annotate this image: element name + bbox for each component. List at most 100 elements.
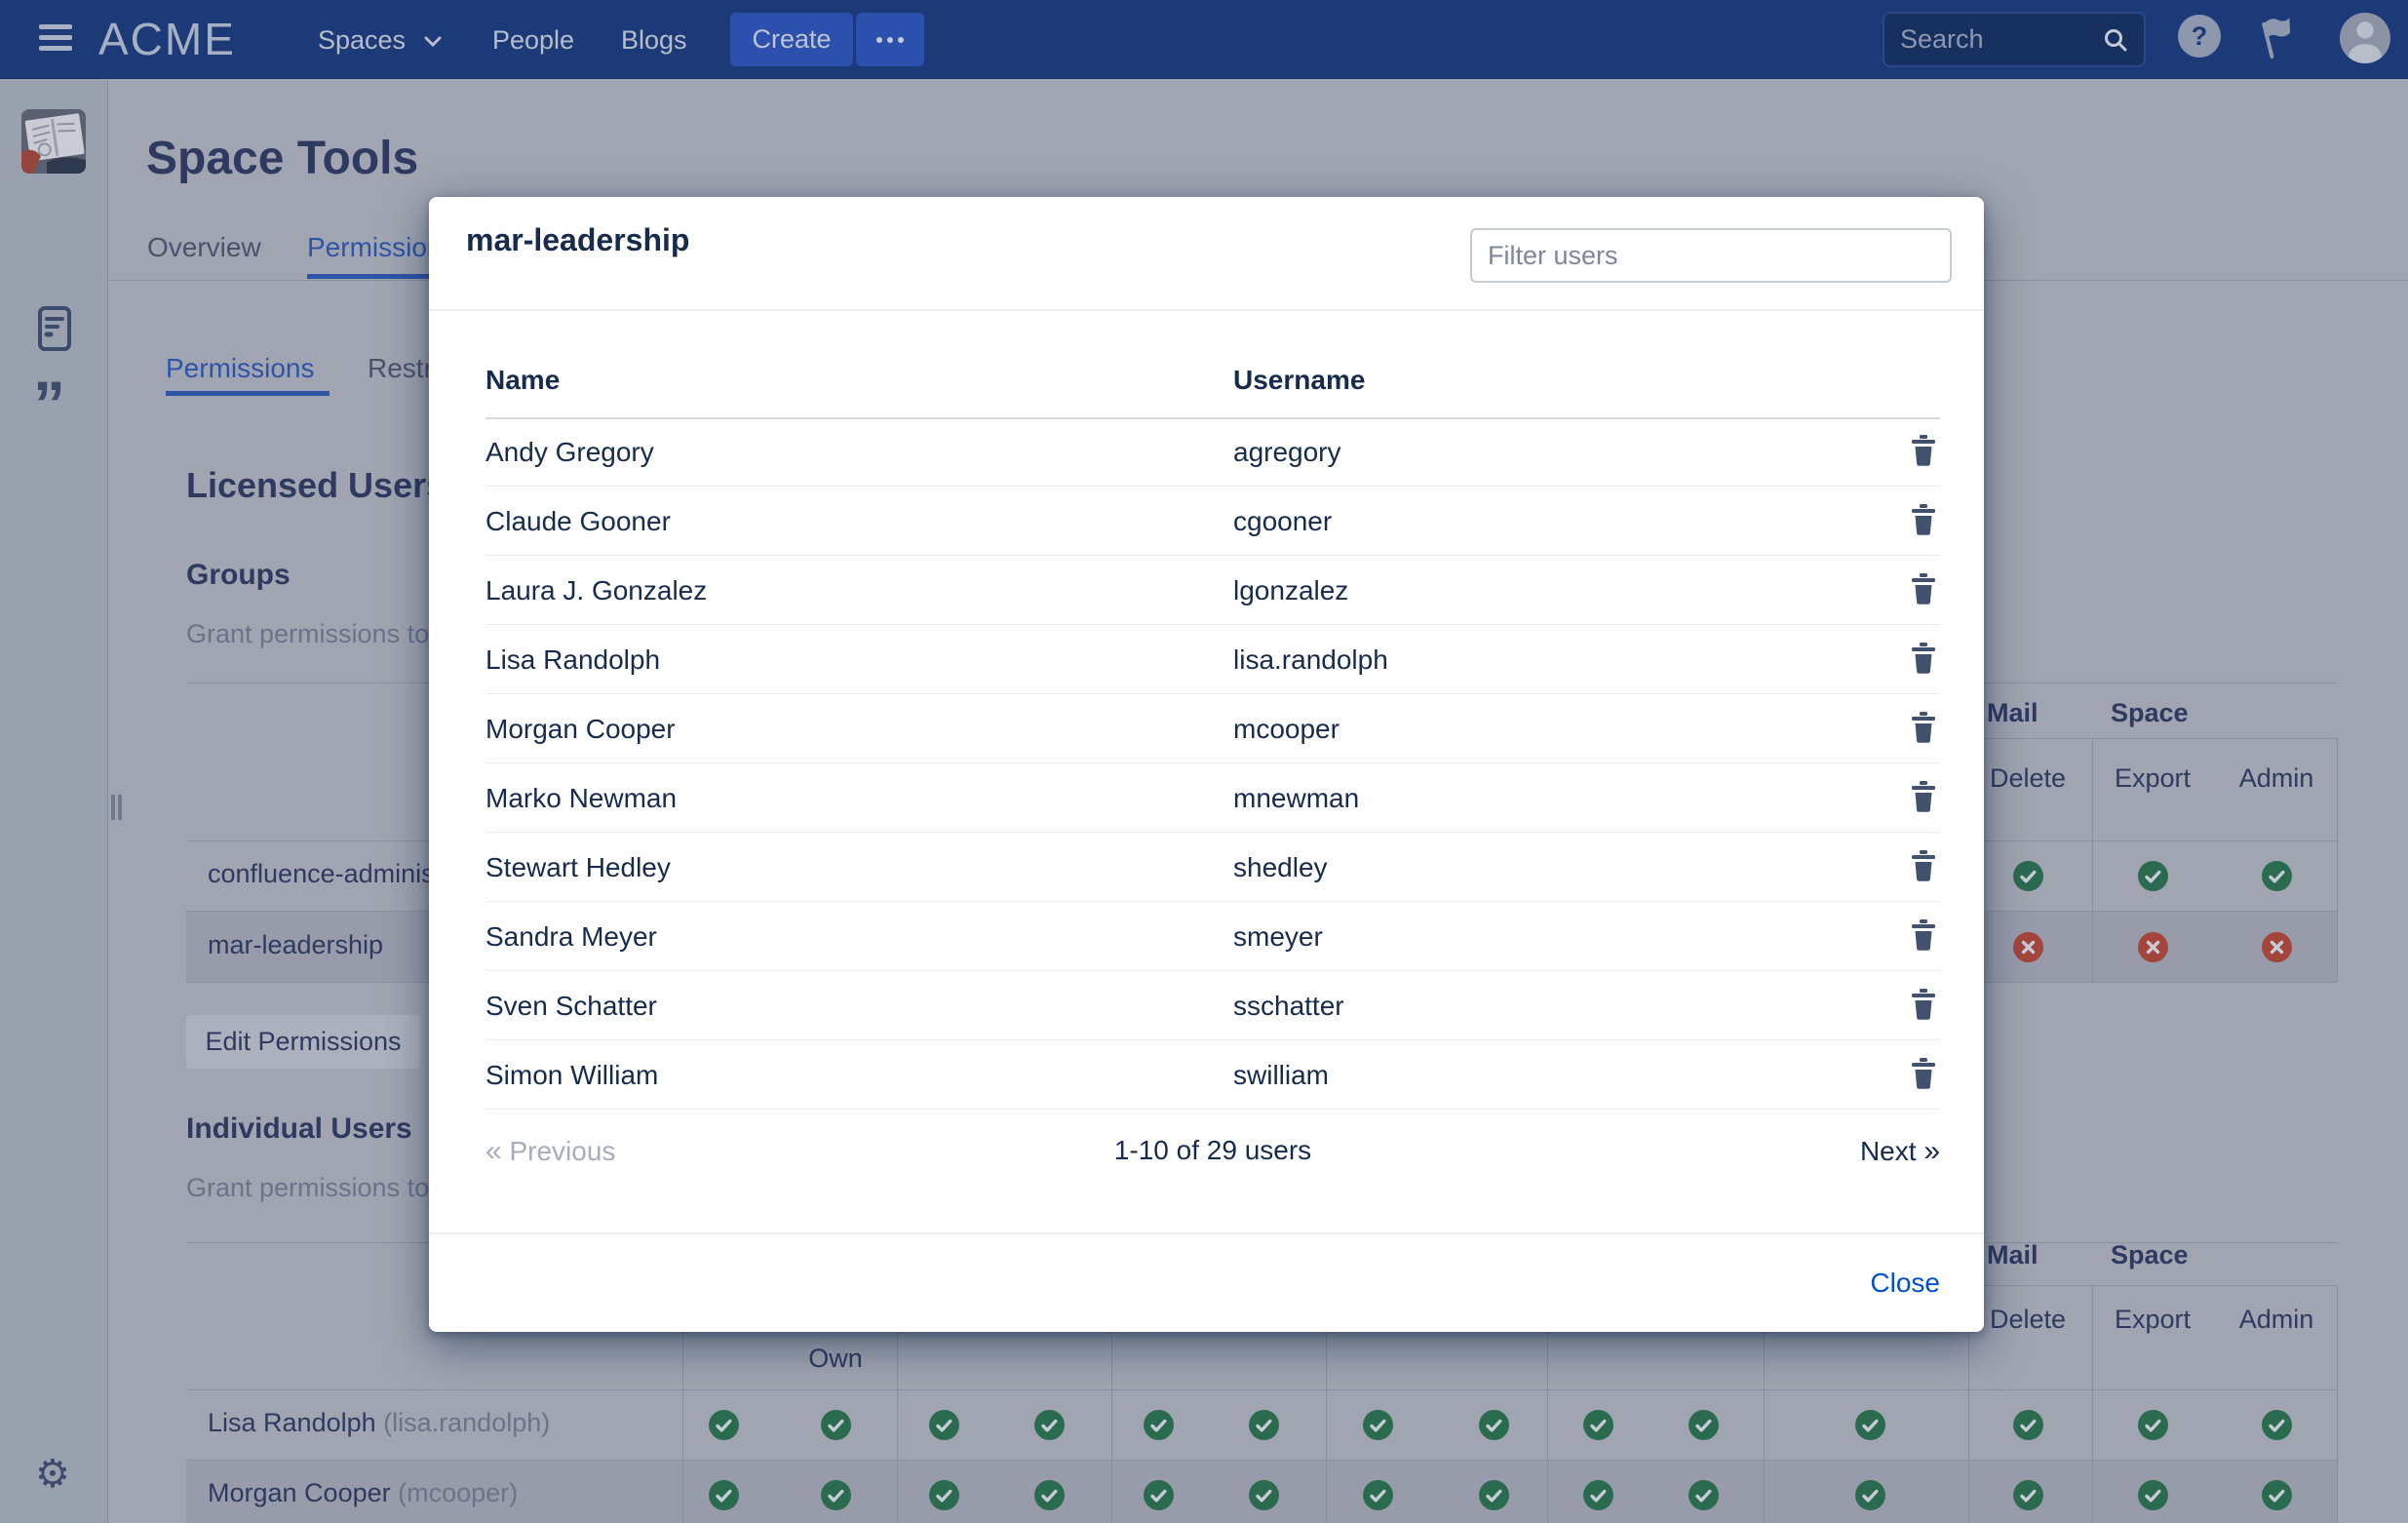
user-username: smeyer: [1233, 921, 1323, 953]
permission-row-name: Lisa Randolph (lisa.randolph): [208, 1408, 550, 1438]
help-button[interactable]: ?: [2178, 15, 2221, 58]
sidebar-item-pages[interactable]: [38, 306, 71, 356]
permission-granted-icon: [1363, 1480, 1393, 1510]
delete-user-button[interactable]: [1909, 781, 1938, 814]
pane-resize-handle[interactable]: [111, 795, 122, 825]
perm-column-header: Delete: [1969, 759, 2086, 798]
space-logo[interactable]: [21, 109, 86, 174]
close-button[interactable]: Close: [1870, 1268, 1940, 1299]
perm-group-header: Space: [2111, 698, 2189, 728]
trash-icon: [1911, 801, 1936, 815]
perm-column-header: Export: [2094, 1300, 2211, 1339]
modal-title: mar-leadership: [466, 222, 689, 258]
modal-footer-divider: [429, 1232, 1984, 1234]
delete-user-button[interactable]: [1909, 435, 1938, 468]
user-username: lisa.randolph: [1233, 644, 1388, 676]
user-username: sschatter: [1233, 991, 1344, 1022]
delete-user-button[interactable]: [1909, 643, 1938, 676]
search-input[interactable]: [1884, 24, 2103, 55]
edit-permissions-button[interactable]: Edit Permissions: [186, 1015, 420, 1069]
permission-granted-icon: [2262, 861, 2292, 891]
user-name: Laura J. Gonzalez: [485, 575, 707, 606]
delete-user-button[interactable]: [1909, 712, 1938, 745]
permission-granted-icon: [821, 1480, 851, 1510]
permission-granted-icon: [1363, 1410, 1393, 1440]
permission-granted-icon: [709, 1410, 739, 1440]
user-name: Lisa Randolph: [485, 644, 660, 676]
hamburger-menu-icon[interactable]: [39, 24, 72, 51]
nav-item-people[interactable]: People: [492, 25, 574, 56]
delete-user-button[interactable]: [1909, 573, 1938, 606]
trash-icon: [1911, 1008, 1936, 1023]
perm-column-header: Delete: [1969, 1300, 2086, 1339]
search-box[interactable]: [1883, 12, 2146, 67]
permission-granted-icon: [1583, 1410, 1613, 1440]
user-username: swilliam: [1233, 1060, 1329, 1091]
permission-granted-icon: [709, 1480, 739, 1510]
permission-granted-icon: [1034, 1480, 1065, 1510]
table-divider: [2092, 1285, 2093, 1523]
user-username: agregory: [1233, 437, 1341, 468]
table-row: Laura J. Gonzalez lgonzalez: [485, 556, 1940, 625]
filter-users-input[interactable]: [1470, 228, 1952, 283]
table-row: Andy Gregoryagregory: [485, 417, 1940, 487]
delete-user-button[interactable]: [1909, 1058, 1938, 1091]
space-logo-image: [21, 109, 86, 174]
create-button[interactable]: Create: [730, 13, 853, 66]
table-divider: [186, 1460, 2337, 1461]
brand-logo[interactable]: ACME: [98, 13, 236, 65]
trash-icon: [1911, 454, 1936, 469]
user-username: lgonzalez: [1233, 575, 1348, 606]
user-name: Marko Newman: [485, 783, 677, 814]
permission-denied-icon: [2262, 932, 2292, 962]
permission-granted-icon: [2013, 1410, 2043, 1440]
left-sidebar: ” ⚙ »: [0, 79, 108, 1523]
user-username: mnewman: [1233, 783, 1359, 814]
notifications-button[interactable]: [2254, 14, 2301, 67]
table-divider: [2337, 1285, 2338, 1523]
permission-granted-icon: [1855, 1480, 1885, 1510]
perm-column-header: Admin: [2218, 759, 2335, 798]
permission-granted-icon: [1855, 1410, 1885, 1440]
delete-user-button[interactable]: [1909, 989, 1938, 1022]
subtab-permissions[interactable]: Permissions: [166, 353, 314, 384]
sidebar-item-quotes[interactable]: ”: [33, 371, 65, 436]
sidebar-settings[interactable]: ⚙: [35, 1452, 70, 1497]
perm-group-header: Space: [2111, 1240, 2189, 1270]
search-icon: [2103, 27, 2128, 53]
trash-icon: [1911, 870, 1936, 884]
user-name: Stewart Hedley: [485, 852, 671, 883]
user-avatar[interactable]: [2340, 13, 2390, 63]
permission-granted-icon: [2013, 1480, 2043, 1510]
nav-item-spaces[interactable]: Spaces: [318, 25, 443, 56]
table-divider: [2092, 738, 2093, 982]
gear-icon: ⚙: [35, 1453, 70, 1496]
modal-header-divider: [429, 309, 1984, 311]
permission-granted-icon: [2138, 1410, 2168, 1440]
licensed-users-heading: Licensed Users: [186, 465, 446, 506]
delete-user-button[interactable]: [1909, 919, 1938, 953]
table-row: Stewart Hedleyshedley: [485, 833, 1940, 902]
more-actions-button[interactable]: [856, 13, 924, 66]
permission-row-name: mar-leadership: [208, 930, 383, 960]
column-header-name: Name: [485, 365, 560, 396]
delete-user-button[interactable]: [1909, 850, 1938, 883]
pagination-next[interactable]: Next »: [485, 1135, 1940, 1168]
row-entity-name: mar-leadership: [208, 930, 383, 959]
table-row: Sandra Meyersmeyer: [485, 902, 1940, 971]
permission-granted-icon: [929, 1410, 959, 1440]
double-chevron-right-icon: »: [1923, 1135, 1940, 1167]
permission-granted-icon: [2138, 1480, 2168, 1510]
ellipsis-icon: [876, 37, 904, 43]
nav-item-blogs[interactable]: Blogs: [621, 25, 687, 56]
group-members-modal: mar-leadership Name Username Andy Gregor…: [429, 197, 1984, 1332]
table-row: Lisa Randolph lisa.randolph: [485, 625, 1940, 694]
permission-denied-icon: [2138, 932, 2168, 962]
row-entity-name: Lisa Randolph: [208, 1408, 376, 1437]
permission-granted-icon: [2262, 1480, 2292, 1510]
trash-icon: [1911, 524, 1936, 538]
delete-user-button[interactable]: [1909, 504, 1938, 537]
trash-icon: [1911, 939, 1936, 954]
permission-granted-icon: [1249, 1410, 1279, 1440]
tab-overview[interactable]: Overview: [147, 232, 261, 263]
